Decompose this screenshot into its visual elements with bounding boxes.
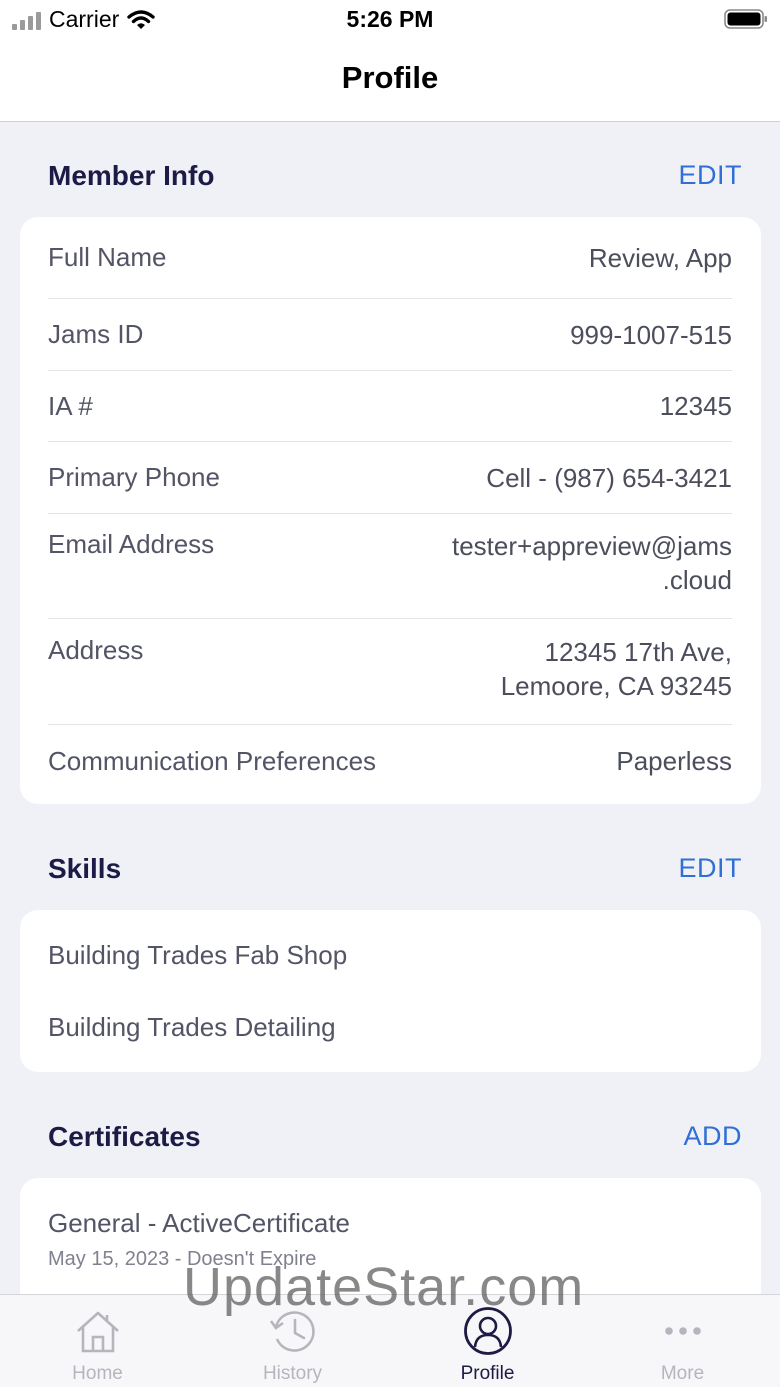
navigation-bar: Profile: [0, 40, 780, 122]
watermark: UpdateStar.com: [183, 1257, 585, 1317]
member-info-header: Member Info EDIT: [48, 160, 742, 200]
certificates-title: Certificates: [48, 1121, 201, 1152]
tab-profile-label: Profile: [460, 1363, 515, 1384]
skills-header: Skills EDIT: [48, 853, 742, 893]
page-title: Profile: [341, 60, 439, 95]
info-row-jams-id: Jams ID 999-1007-515: [48, 299, 732, 371]
email-value-line1: tester+appreview@jams: [451, 531, 732, 561]
skills-card: Building Trades Fab Shop Building Trades…: [20, 910, 761, 1072]
address-value: 12345 17th Ave, Lemoore, CA 93245: [501, 635, 732, 724]
email-label: Email Address: [48, 529, 215, 559]
communication-preferences-label: Communication Preferences: [48, 745, 377, 776]
member-info-card: Full Name Review, App Jams ID 999-1007-5…: [20, 217, 761, 804]
email-value: tester+appreview@jams .cloud: [452, 529, 732, 618]
tab-home-label: Home: [72, 1363, 123, 1384]
info-row-ia-number: IA # 12345: [48, 371, 732, 442]
communication-preferences-value: Paperless: [616, 746, 732, 776]
skills-title: Skills: [48, 853, 122, 884]
ia-number-value: 12345: [659, 391, 732, 421]
status-bar: Carrier 5:26 PM: [0, 0, 780, 40]
jams-id-label: Jams ID: [48, 319, 144, 349]
tab-more[interactable]: More: [585, 1295, 780, 1387]
certificates-header: Certificates ADD: [48, 1121, 742, 1161]
add-certificate-button[interactable]: ADD: [683, 1121, 742, 1152]
skills-edit-button[interactable]: EDIT: [678, 853, 742, 884]
status-time: 5:26 PM: [346, 6, 434, 32]
info-row-address: Address 12345 17th Ave, Lemoore, CA 9324…: [48, 619, 732, 725]
battery-icon: [724, 9, 767, 29]
info-row-full-name: Full Name Review, App: [48, 217, 732, 299]
ia-number-label: IA #: [48, 390, 93, 421]
certificate-title: General - ActiveCertificate: [48, 1208, 351, 1238]
jams-id-value: 999-1007-515: [570, 319, 732, 350]
more-icon: [665, 1327, 701, 1335]
primary-phone-value: Cell - (987) 654-3421: [486, 462, 732, 493]
info-row-communication-preferences: Communication Preferences Paperless: [48, 725, 732, 797]
address-label: Address: [48, 635, 144, 665]
full-name-label: Full Name: [48, 242, 167, 272]
info-row-primary-phone: Primary Phone Cell - (987) 654-3421: [48, 442, 732, 514]
tab-history-label: History: [262, 1363, 323, 1384]
member-info-title: Member Info: [48, 160, 215, 191]
email-value-line2: .cloud: [662, 565, 732, 595]
tab-home[interactable]: Home: [0, 1295, 195, 1387]
home-icon: [77, 1311, 119, 1353]
address-value-line1: 12345 17th Ave,: [544, 637, 732, 667]
member-info-edit-button[interactable]: EDIT: [678, 160, 742, 191]
primary-phone-label: Primary Phone: [48, 462, 220, 492]
info-row-email: Email Address tester+appreview@jams .clo…: [48, 514, 732, 619]
skill-item: Building Trades Fab Shop: [48, 940, 348, 970]
address-value-line2: Lemoore, CA 93245: [500, 671, 732, 701]
tab-more-label: More: [660, 1363, 705, 1384]
skill-item: Building Trades Detailing: [48, 1012, 336, 1042]
full-name-value: Review, App: [588, 242, 732, 273]
